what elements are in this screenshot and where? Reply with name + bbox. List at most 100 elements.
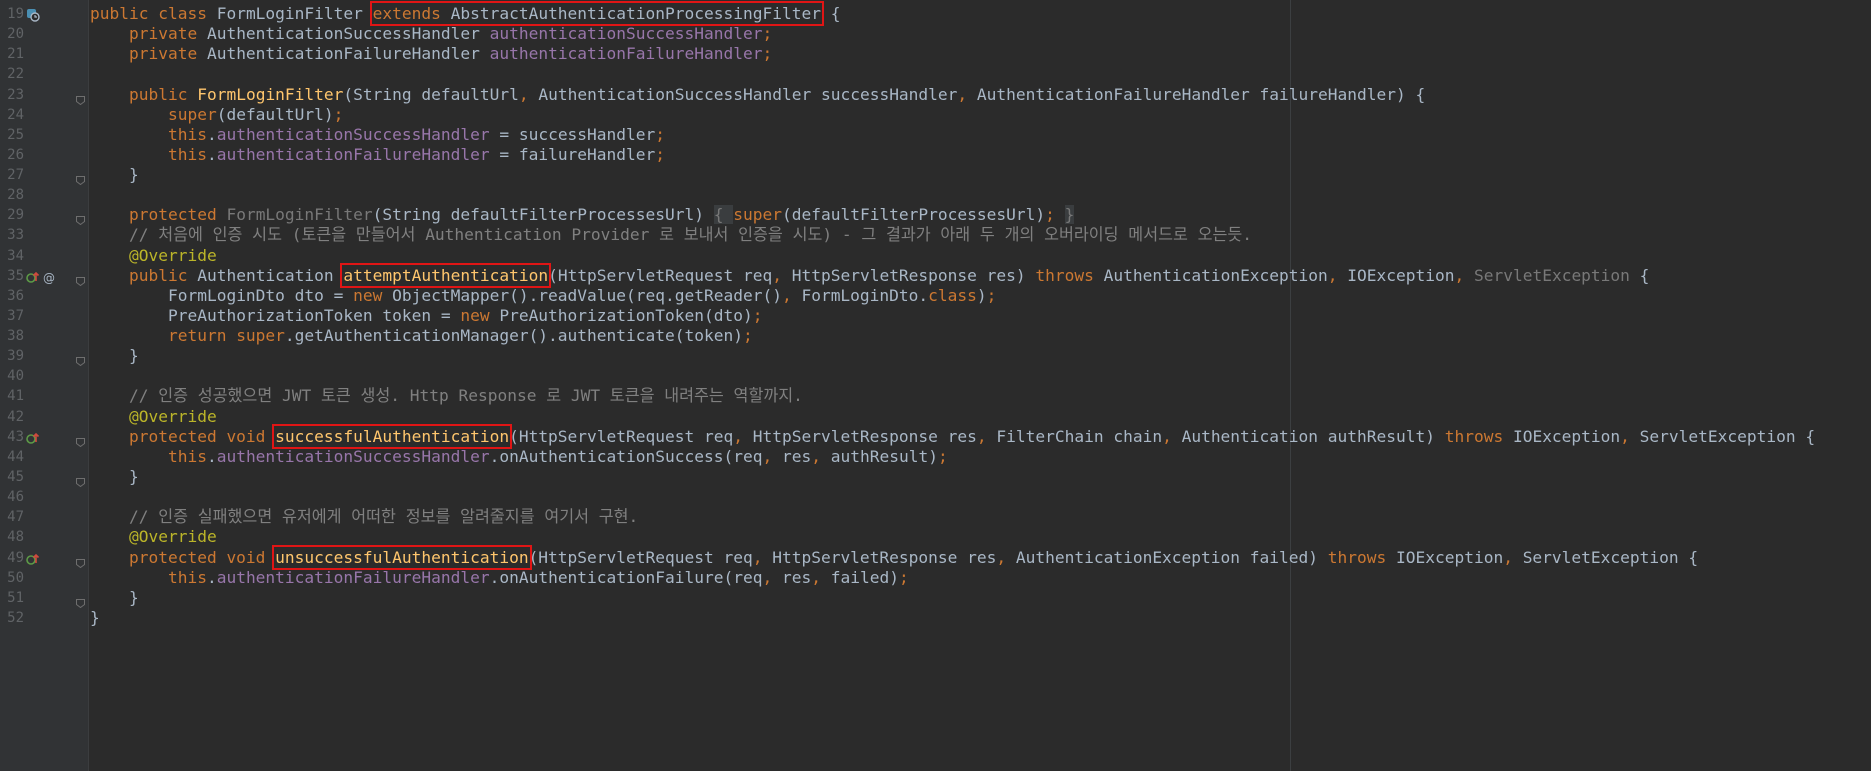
code-token: throws [1035, 265, 1104, 285]
code-text[interactable]: } [90, 606, 100, 630]
code-token: AuthenticationException failed) [1015, 547, 1328, 567]
code-token: , [781, 285, 802, 305]
code-token: { [820, 4, 841, 23]
code-token: ; [986, 285, 997, 305]
code-editor[interactable]: 19 public class FormLoginFilter extends A… [0, 0, 1871, 771]
code-token: @Override [128, 406, 217, 426]
code-token: . [206, 567, 217, 587]
code-token: FormLoginDto dto = [167, 285, 354, 305]
code-token: ServletException { [1522, 547, 1699, 567]
highlighted-token: AbstractAuthenticationProcessingFilter [450, 4, 821, 23]
code-token: HttpServletResponse res [772, 547, 997, 567]
code-token: ; [333, 104, 344, 124]
code-token: ; [762, 24, 773, 44]
code-line[interactable]: 52} [0, 606, 1871, 630]
code-token: = failureHandler [489, 144, 656, 164]
code-token: ; [1045, 205, 1065, 225]
code-token: (String defaultUrl [343, 84, 519, 104]
code-token: ; [742, 326, 753, 346]
code-token: new [460, 305, 500, 325]
highlighted-token: successfulAuthentication [272, 423, 513, 449]
code-token: authenticationSuccessHandler [489, 24, 763, 44]
code-area[interactable]: 19 public class FormLoginFilter extends A… [0, 0, 1871, 771]
code-token: . [206, 446, 217, 466]
code-token: // 처음에 인증 시도 (토큰을 만들어서 Authentication Pr… [128, 225, 1253, 245]
code-token: .getAuthenticationManager().authenticate… [284, 326, 743, 346]
code-token: , [957, 84, 977, 104]
override-icon[interactable] [26, 430, 40, 444]
code-token: FormLoginFilter [226, 205, 373, 225]
code-token: super [167, 104, 217, 124]
code-token: } [90, 607, 100, 627]
code-token: FilterChain chain [996, 426, 1163, 446]
code-token: (defaultUrl) [216, 104, 334, 124]
code-token: this [167, 124, 207, 144]
code-token: , [762, 567, 782, 587]
code-token: . [206, 144, 217, 164]
code-token: PreAuthorizationToken(dto) [499, 305, 753, 325]
code-token: . [206, 124, 217, 144]
code-token: (HttpServletRequest req [509, 426, 734, 446]
code-token: this [167, 446, 207, 466]
highlighted-token: unsuccessfulAuthentication [272, 544, 532, 570]
override-icon[interactable] [26, 269, 40, 283]
code-token: AuthenticationSuccessHandler [206, 24, 490, 44]
code-token: Authentication authResult) [1181, 426, 1445, 446]
code-token: (defaultFilterProcessesUrl) [781, 205, 1046, 225]
code-token: ServletException { [1639, 426, 1816, 446]
fold-toggle-icon[interactable] [76, 351, 85, 367]
code-token: res [781, 446, 812, 466]
code-token: (HttpServletRequest req [528, 547, 753, 567]
fold-toggle-icon[interactable] [76, 432, 85, 447]
fold-toggle-icon[interactable] [76, 170, 85, 186]
code-token: Authentication [197, 265, 344, 285]
annotation-at-icon[interactable]: @ [42, 269, 56, 285]
override-icon[interactable] [26, 551, 40, 565]
code-token: (String defaultFilterProcessesUrl) [372, 205, 714, 225]
class-hierarchy-icon[interactable] [26, 7, 40, 22]
code-token: ; [655, 144, 666, 164]
code-token: ObjectMapper().readValue(req.getReader() [392, 285, 782, 305]
code-token: , [811, 446, 831, 466]
code-token: FormLoginFilter [216, 4, 373, 23]
code-token: , [752, 547, 773, 567]
code-token: , [996, 547, 1016, 567]
code-token: protected void [128, 426, 276, 446]
code-token: @Override [128, 245, 217, 265]
code-token: } [128, 346, 139, 366]
code-token: protected void [128, 547, 276, 567]
highlighted-token: attemptAuthentication [340, 262, 552, 288]
code-token: ; [937, 446, 948, 466]
code-token: ; [752, 305, 763, 325]
code-token: , [1162, 426, 1182, 446]
fold-toggle-icon[interactable] [76, 90, 85, 105]
code-token: } [128, 587, 139, 607]
fold-toggle-icon[interactable] [76, 271, 85, 286]
code-token: failed) [830, 567, 899, 587]
code-token: FormLoginFilter [197, 84, 344, 104]
code-token: IOException [1395, 547, 1504, 567]
fold-toggle-icon[interactable] [76, 472, 85, 488]
highlighted-token: extends [372, 4, 451, 23]
code-token: { [713, 205, 734, 225]
fold-toggle-icon[interactable] [76, 593, 85, 608]
code-token: protected [128, 205, 227, 225]
code-token: super [733, 205, 782, 225]
fold-toggle-icon[interactable] [76, 210, 85, 226]
code-token: ) [976, 285, 987, 305]
code-token: , [1503, 547, 1523, 567]
code-token: // 인증 실패했으면 유저에게 어떠한 정보를 알려줄지를 여기서 구현. [128, 507, 639, 527]
code-token: HttpServletResponse res) [791, 265, 1036, 285]
code-token: IOException [1347, 265, 1455, 285]
code-token: private [128, 44, 207, 64]
code-token: HttpServletResponse res [752, 426, 977, 446]
fold-toggle-icon[interactable] [76, 553, 85, 568]
code-token: authenticationFailureHandler [216, 567, 490, 587]
code-token: } [128, 466, 139, 486]
code-token: { [1629, 265, 1650, 285]
code-token: return super [167, 326, 285, 346]
code-token: authenticationSuccessHandler [216, 446, 490, 466]
code-token: authResult) [830, 446, 938, 466]
code-token: FormLoginDto. [801, 285, 929, 305]
code-token: AuthenticationFailureHandler [206, 44, 490, 64]
